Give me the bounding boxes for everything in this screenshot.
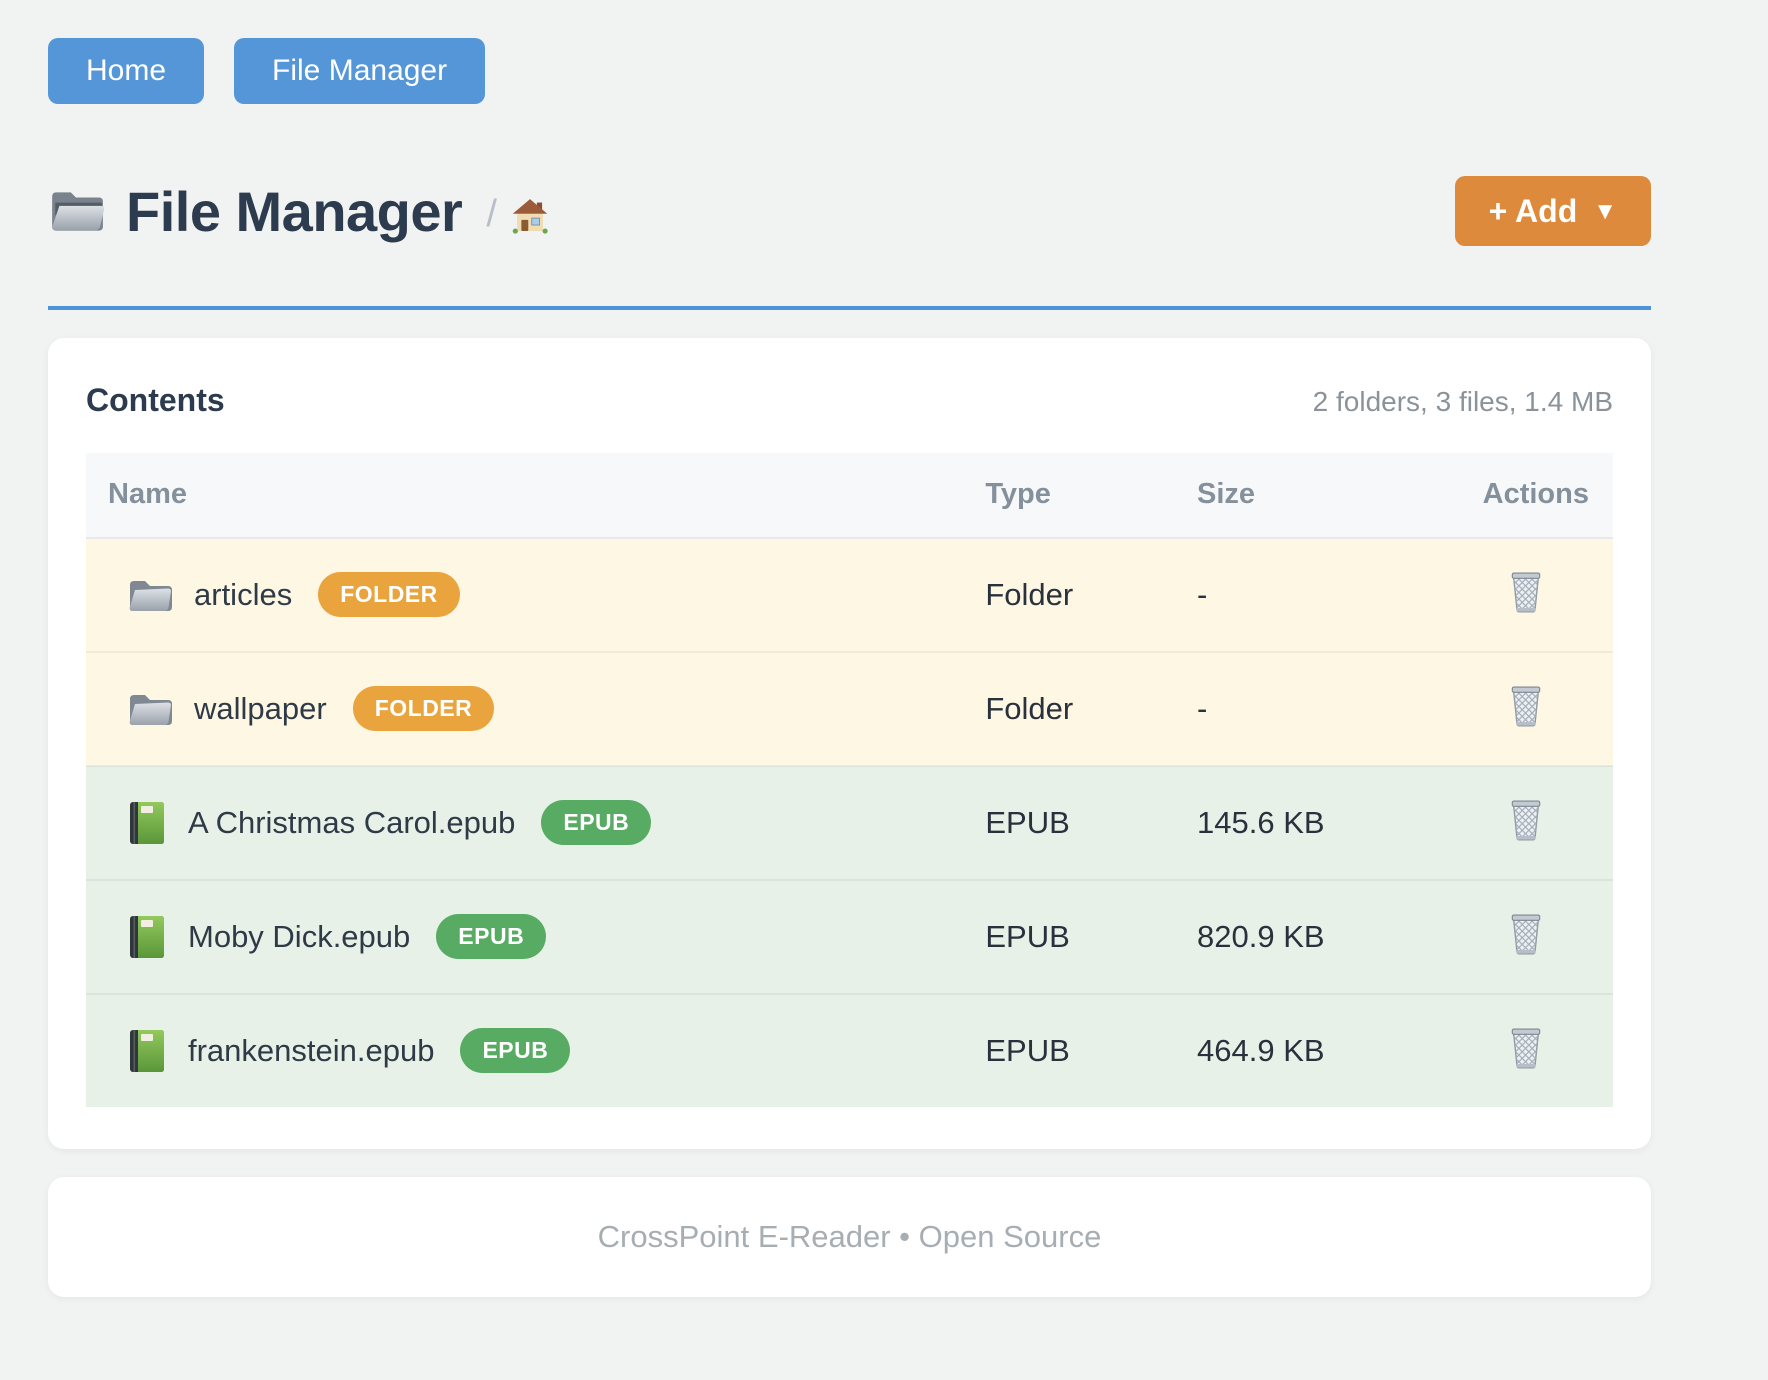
- delete-button[interactable]: [1509, 683, 1543, 727]
- top-nav: Home File Manager: [48, 38, 1651, 104]
- folder-badge: FOLDER: [318, 572, 460, 617]
- book-icon: [128, 914, 166, 960]
- home-nav-button[interactable]: Home: [48, 38, 204, 104]
- page-title: File Manager: [48, 179, 462, 244]
- footer-text: CrossPoint E-Reader • Open Source: [598, 1219, 1102, 1255]
- column-header-actions: Actions: [1459, 453, 1613, 538]
- column-header-size: Size: [1173, 453, 1459, 538]
- open-folder-icon: [48, 186, 106, 236]
- home-icon: [511, 197, 549, 234]
- book-icon: [128, 800, 166, 846]
- trash-icon: [1509, 1025, 1543, 1069]
- type-cell: EPUB: [961, 994, 1173, 1107]
- epub-badge: EPUB: [436, 914, 546, 959]
- contents-card-header: Contents 2 folders, 3 files, 1.4 MB: [86, 382, 1613, 419]
- page-header: File Manager / + Add ▼: [48, 176, 1651, 246]
- delete-button[interactable]: [1509, 911, 1543, 955]
- file-manager-page: Home File Manager File Manager /: [48, 38, 1651, 1297]
- table-row-wallpaper: wallpaper FOLDER Folder -: [86, 652, 1613, 766]
- size-cell: -: [1173, 652, 1459, 766]
- file-name-link[interactable]: Moby Dick.epub: [188, 919, 410, 955]
- size-cell: 464.9 KB: [1173, 994, 1459, 1107]
- file-name-link[interactable]: A Christmas Carol.epub: [188, 805, 515, 841]
- trash-icon: [1509, 797, 1543, 841]
- epub-badge: EPUB: [541, 800, 651, 845]
- file-table-body: articles FOLDER Folder -: [86, 538, 1613, 1107]
- epub-badge: EPUB: [460, 1028, 570, 1073]
- trash-icon: [1509, 683, 1543, 727]
- name-cell: Moby Dick.epub EPUB: [110, 914, 937, 960]
- size-cell: -: [1173, 538, 1459, 652]
- name-cell: wallpaper FOLDER: [110, 686, 937, 731]
- name-cell: frankenstein.epub EPUB: [110, 1028, 937, 1074]
- type-cell: EPUB: [961, 766, 1173, 880]
- delete-button[interactable]: [1509, 569, 1543, 613]
- book-icon: [128, 1028, 166, 1074]
- file-table-head: Name Type Size Actions: [86, 453, 1613, 538]
- table-row-articles: articles FOLDER Folder -: [86, 538, 1613, 652]
- title-breadcrumb: File Manager /: [48, 179, 549, 244]
- folder-badge: FOLDER: [353, 686, 495, 731]
- name-cell: articles FOLDER: [110, 572, 937, 617]
- header-row: Name Type Size Actions: [86, 453, 1613, 538]
- column-header-name: Name: [86, 453, 961, 538]
- type-cell: EPUB: [961, 880, 1173, 994]
- contents-card: Contents 2 folders, 3 files, 1.4 MB Name…: [48, 338, 1651, 1149]
- footer-card: CrossPoint E-Reader • Open Source: [48, 1177, 1651, 1297]
- page-title-text: File Manager: [126, 179, 462, 244]
- contents-title: Contents: [86, 382, 225, 419]
- name-cell: A Christmas Carol.epub EPUB: [110, 800, 937, 846]
- table-row-moby-dick: Moby Dick.epub EPUB EPUB 820.9 KB: [86, 880, 1613, 994]
- table-row-frankenstein: frankenstein.epub EPUB EPUB 464.9 KB: [86, 994, 1613, 1107]
- file-name-link[interactable]: frankenstein.epub: [188, 1033, 434, 1069]
- type-cell: Folder: [961, 652, 1173, 766]
- trash-icon: [1509, 911, 1543, 955]
- folder-name-link[interactable]: wallpaper: [194, 691, 327, 727]
- column-header-type: Type: [961, 453, 1173, 538]
- delete-button[interactable]: [1509, 1025, 1543, 1069]
- file-manager-nav-button[interactable]: File Manager: [234, 38, 485, 104]
- type-cell: Folder: [961, 538, 1173, 652]
- folder-icon: [128, 576, 172, 614]
- accent-divider: [48, 306, 1651, 310]
- file-table: Name Type Size Actions: [86, 453, 1613, 1107]
- trash-icon: [1509, 569, 1543, 613]
- table-row-christmas-carol: A Christmas Carol.epub EPUB EPUB 145.6 K…: [86, 766, 1613, 880]
- contents-summary: 2 folders, 3 files, 1.4 MB: [1313, 386, 1613, 418]
- breadcrumb-separator: /: [486, 193, 497, 236]
- add-button[interactable]: + Add ▼: [1455, 176, 1651, 246]
- folder-icon: [128, 690, 172, 728]
- size-cell: 145.6 KB: [1173, 766, 1459, 880]
- caret-down-icon: ▼: [1593, 200, 1617, 224]
- folder-name-link[interactable]: articles: [194, 577, 292, 613]
- size-cell: 820.9 KB: [1173, 880, 1459, 994]
- add-button-label: + Add: [1489, 195, 1578, 227]
- breadcrumb-home-link[interactable]: [511, 197, 549, 234]
- delete-button[interactable]: [1509, 797, 1543, 841]
